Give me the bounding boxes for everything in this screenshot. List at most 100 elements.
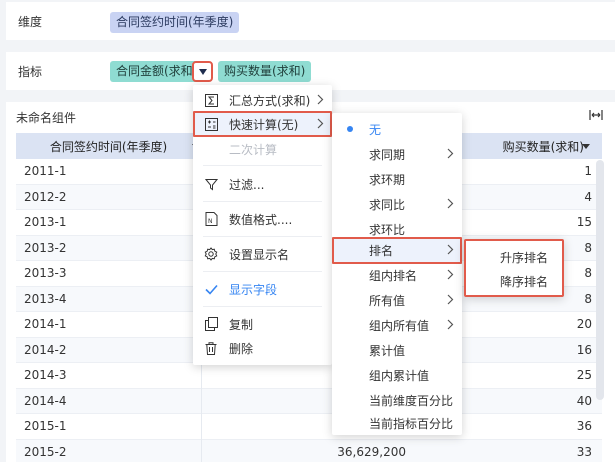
menu-item-label: 数值格式.... [229,212,293,227]
cell-period: 2014-3 [24,368,67,382]
chevron-right-icon [447,148,454,159]
cell-quantity: 15 [576,215,592,229]
sort-arrow-icon[interactable] [582,144,590,149]
rank-item-ascending[interactable]: 升序排名 [466,245,562,269]
copy-icon [203,316,219,332]
menu-divider [203,165,322,166]
menu-item-label: 复制 [229,317,254,332]
quick-calc-item-dimension-percent[interactable]: 当前维度百分比 [332,388,462,412]
menu-item-label: 汇总方式(求和) [229,93,311,108]
submenu-item-label: 无 [369,122,382,137]
rank-item-descending[interactable]: 降序排名 [466,269,562,293]
trash-icon [203,340,219,356]
cell-quantity: 4 [584,189,592,204]
quick-calc-item-metric-percent[interactable]: 当前指标百分比 [332,411,462,435]
submenu-item-label: 当前指标百分比 [369,416,454,431]
menu-divider [203,271,322,272]
selected-dot-icon [347,126,353,132]
menu-divider [203,236,322,237]
cell-period: 2014-4 [24,393,67,408]
dimension-field-pill[interactable]: 合同签约时间(年季度) [110,12,240,33]
check-icon [203,281,219,297]
menu-item-delete[interactable]: 删除 [193,336,332,360]
cell-quantity: 1 [584,164,592,178]
vertical-scrollbar[interactable] [596,160,604,400]
menu-item-copy[interactable]: 复制 [193,312,332,336]
menu-item-secondary-calc: 二次计算 [193,137,332,161]
submenu-item-label: 求环比 [369,222,406,237]
table-row: 2015-2 36,629,200 33 [16,439,602,462]
submenu-item-label: 降序排名 [500,274,549,289]
number-format-icon: N [203,211,219,227]
cell-period: 2013-2 [24,240,67,255]
chevron-right-icon [317,118,324,129]
dimension-row: 维度 合同签约时间(年季度) [6,2,615,40]
menu-item-show-field[interactable]: 显示字段 [193,277,332,301]
quick-calc-item-yoy-ratio[interactable]: 求同比 [332,192,462,216]
cell-quantity: 16 [576,342,592,357]
quick-calc-item-mom-period[interactable]: 求环期 [332,167,462,191]
chevron-right-icon [447,269,454,280]
cell-period: 2013-4 [24,291,67,306]
menu-divider [203,201,322,202]
quick-calc-item-group-all-values[interactable]: 组内所有值 [332,313,462,337]
cell-period: 2013-1 [24,215,67,229]
dimension-label: 维度 [18,14,43,29]
cell-period: 2014-1 [24,317,67,331]
chevron-right-icon [317,94,324,105]
metric-field-pill-quantity[interactable]: 购买数量(求和) [218,61,312,82]
menu-item-display-name[interactable]: 设置显示名 [193,242,332,266]
cell-quantity: 8 [584,291,592,306]
submenu-item-label: 求同期 [369,147,406,162]
quick-calc-item-group-rank[interactable]: 组内排名 [332,263,462,287]
cell-quantity: 33 [576,444,592,459]
submenu-item-label: 组内排名 [369,268,418,283]
metric-field-pill-amount[interactable]: 合同金额(求和) [110,61,204,82]
chevron-right-icon [447,198,454,209]
sigma-icon [203,92,219,108]
cell-quantity: 20 [576,317,592,331]
expand-horizontal-icon[interactable] [589,109,603,121]
submenu-item-label: 组内所有值 [369,318,430,333]
filter-icon [203,176,219,192]
quick-calc-item-all-values[interactable]: 所有值 [332,288,462,312]
quick-calc-item-rank[interactable]: 排名 [332,238,462,262]
cell-quantity: 8 [584,266,592,280]
cell-period: 2015-2 [24,444,67,459]
menu-item-aggregation[interactable]: 汇总方式(求和) [193,88,332,112]
menu-item-quick-calc[interactable]: 快速计算(无) [193,112,332,136]
quick-calc-item-yoy-period[interactable]: 求同期 [332,142,462,166]
calculator-icon [203,116,219,132]
svg-text:N: N [208,218,213,225]
submenu-item-label: 求同比 [369,197,406,212]
cell-period: 2014-2 [24,342,67,357]
menu-item-label: 过滤... [229,177,265,192]
quick-calc-item-cumulative[interactable]: 累计值 [332,338,462,362]
table-row: 2014-3 25 [16,363,602,389]
column-header-quantity[interactable]: 购买数量(求和) [456,138,596,155]
cell-quantity: 8 [584,240,592,255]
quick-calc-item-group-cumulative[interactable]: 组内累计值 [332,363,462,387]
widget-title: 未命名组件 [16,111,77,125]
menu-item-number-format[interactable]: N 数值格式.... [193,207,332,231]
caret-down-icon [198,68,207,75]
menu-item-filter[interactable]: 过滤... [193,172,332,196]
column-header-period[interactable]: 合同签约时间(年季度) [16,138,201,155]
cell-period: 2012-2 [24,189,67,204]
chevron-right-icon [447,294,454,305]
field-dropdown-button[interactable] [192,61,213,82]
submenu-item-label: 求环期 [369,172,406,187]
submenu-item-label: 所有值 [369,293,406,308]
field-context-menu: 汇总方式(求和) 快速计算(无) 二次计算 过滤... N 数值格式.... 设… [193,85,332,365]
cell-amount: 36,629,200 [337,444,406,459]
menu-divider [203,306,322,307]
cell-period: 2011-1 [24,164,67,178]
menu-item-label: 设置显示名 [229,247,290,262]
menu-item-label: 二次计算 [229,142,278,157]
cell-period: 2015-1 [24,419,67,433]
metric-label: 指标 [18,64,43,79]
cell-quantity: 25 [576,368,592,382]
table-row: 2015-1 36 [16,414,602,440]
submenu-item-label: 组内累计值 [369,368,430,383]
quick-calc-item-none[interactable]: 无 [332,117,462,141]
